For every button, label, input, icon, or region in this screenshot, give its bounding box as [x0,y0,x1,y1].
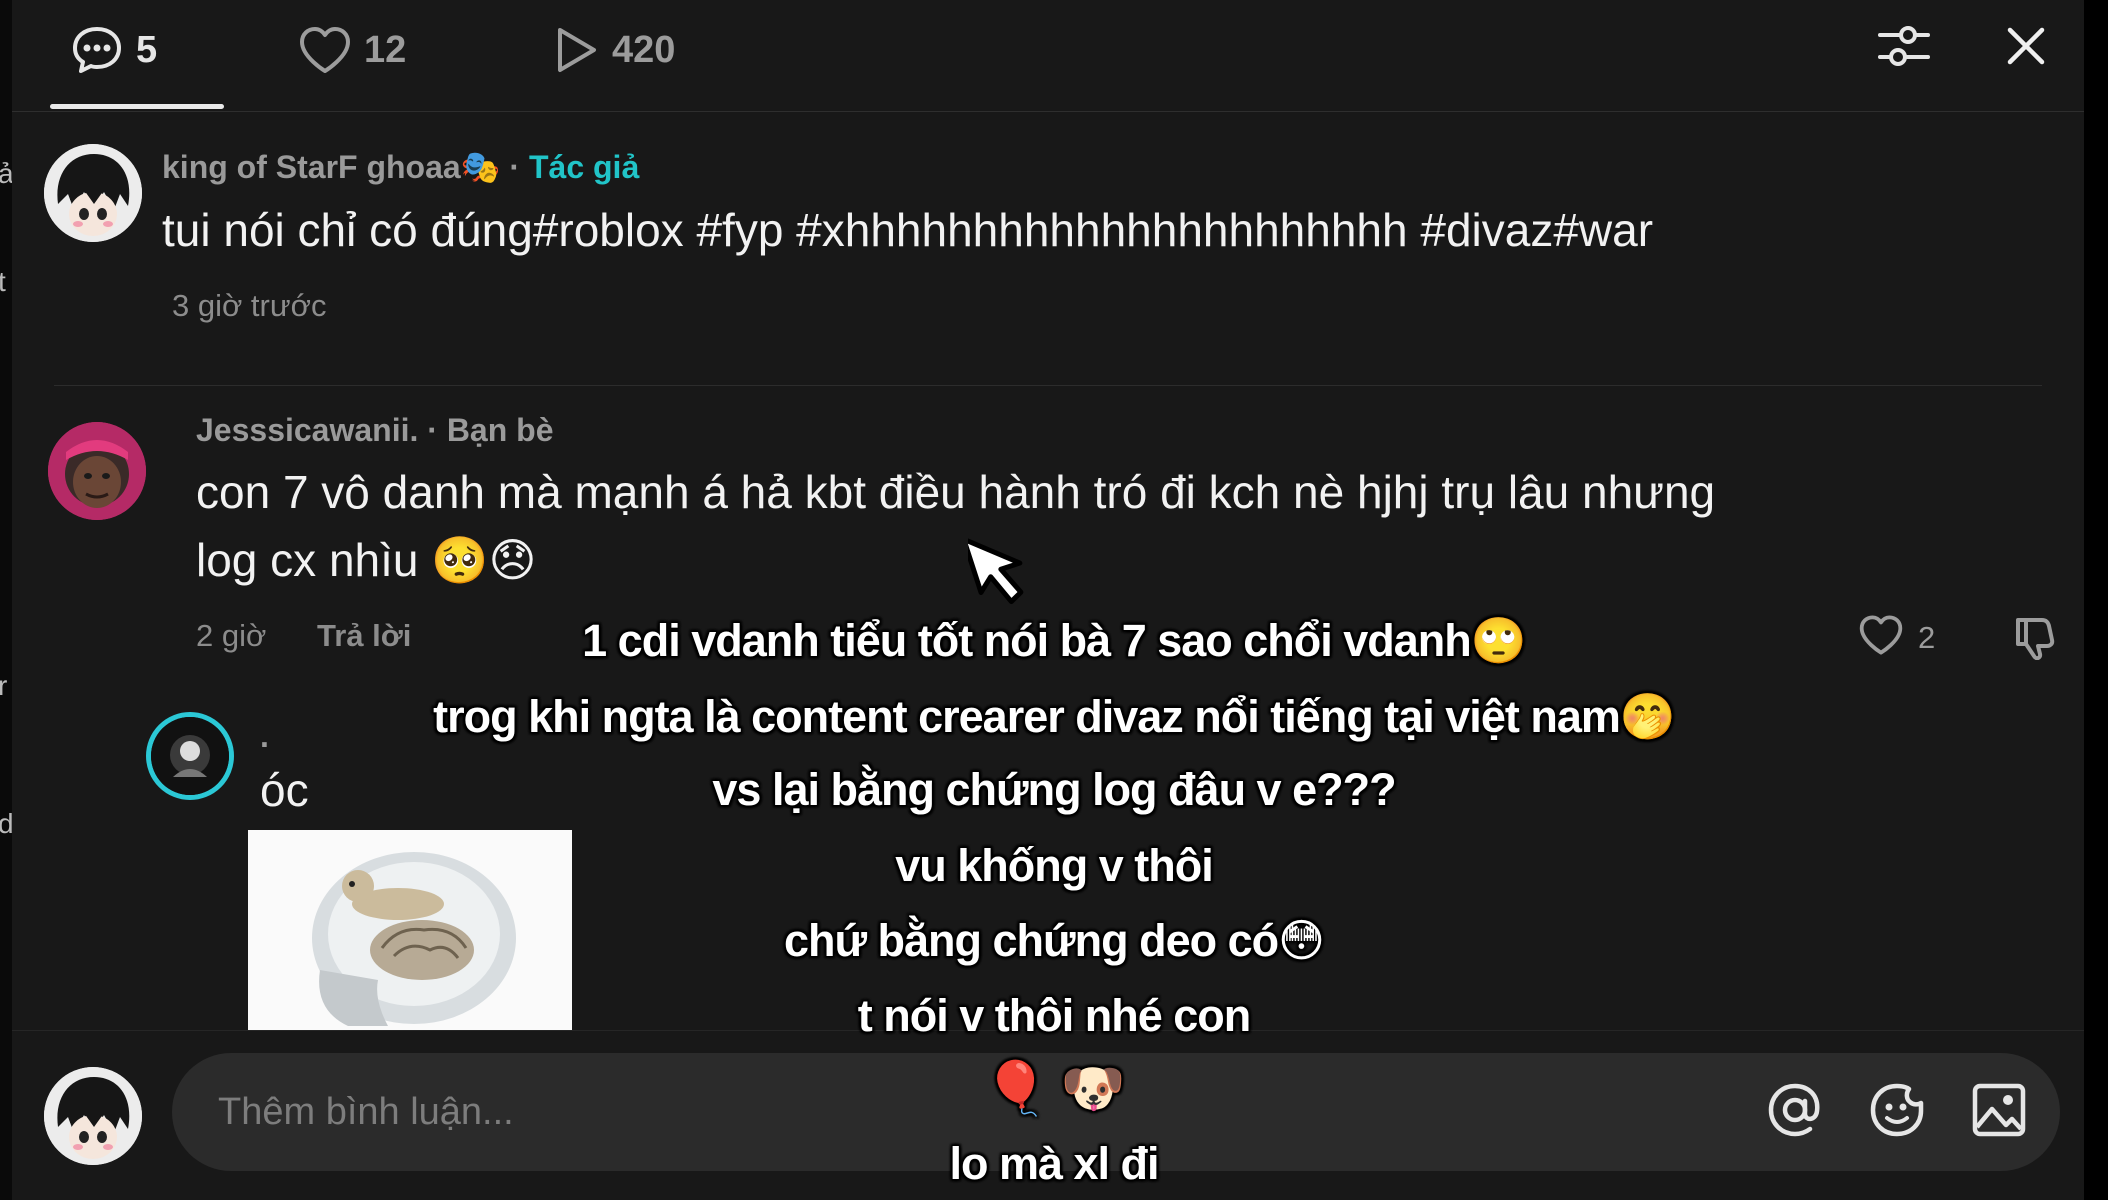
views-count: 420 [612,28,676,71]
avatar-illustration [44,144,142,242]
comment-bubble-icon [70,23,124,77]
filter-button[interactable] [1874,18,1934,78]
overlay-caption-line: chứ bằng chứng deo có😳 [783,915,1325,966]
tab-comments[interactable]: 5 [70,20,157,80]
play-icon [550,25,600,75]
overlay-caption-emoji: 🎈 🐶 [983,1060,1126,1118]
avatar[interactable] [44,144,142,242]
active-tab-indicator [50,104,224,109]
comment-username[interactable]: Jesssicawanii. · Bạn bè [196,412,554,449]
overlay-caption-line: vs lại bằng chứng log đâu v e??? [712,764,1396,815]
comment-text-line: con 7 vô danh mà mạnh á hả kbt điều hành… [196,466,1716,518]
avatar[interactable] [48,422,146,520]
comment-text-line: log cx nhìu 🥺😞 [196,534,537,586]
friend-tag: Bạn bè [446,412,554,448]
likes-count: 12 [364,28,407,71]
comments-header: 5 12 420 [12,0,2084,112]
comment-username[interactable]: king of StarF ghoaa🎭 · Tác giả [162,148,639,186]
tab-views[interactable]: 420 [550,20,675,80]
overlay-caption-line: t nói v thôi nhé con [857,990,1251,1041]
overlay-caption-line: lo mà xl đi [949,1138,1159,1189]
overlay-caption-line: trog khi ngta là content crearer divaz n… [433,691,1676,742]
overlay-caption-line: vu khống v thôi [895,840,1214,891]
avatar-illustration [48,422,146,520]
comment-divider [54,385,2042,386]
filter-sliders-icon [1878,23,1930,74]
comments-count: 5 [136,28,158,71]
comment-timestamp: 3 giờ trước [172,288,327,323]
overlay-caption-line: 1 cdi vdanh tiểu tốt nói bà 7 sao chổi v… [582,615,1527,666]
close-button[interactable] [1996,18,2056,78]
comment-text: tui nói chỉ có đúng#roblox #fyp #xhhhhhh… [162,204,1654,256]
close-icon [2006,26,2046,71]
tab-likes[interactable]: 12 [298,20,406,80]
author-tag: Tác giả [528,149,640,185]
strip-glyph: ả [0,158,12,189]
mouse-cursor-icon [961,522,1032,619]
heart-icon [298,25,352,75]
strip-glyph: t [0,266,6,297]
